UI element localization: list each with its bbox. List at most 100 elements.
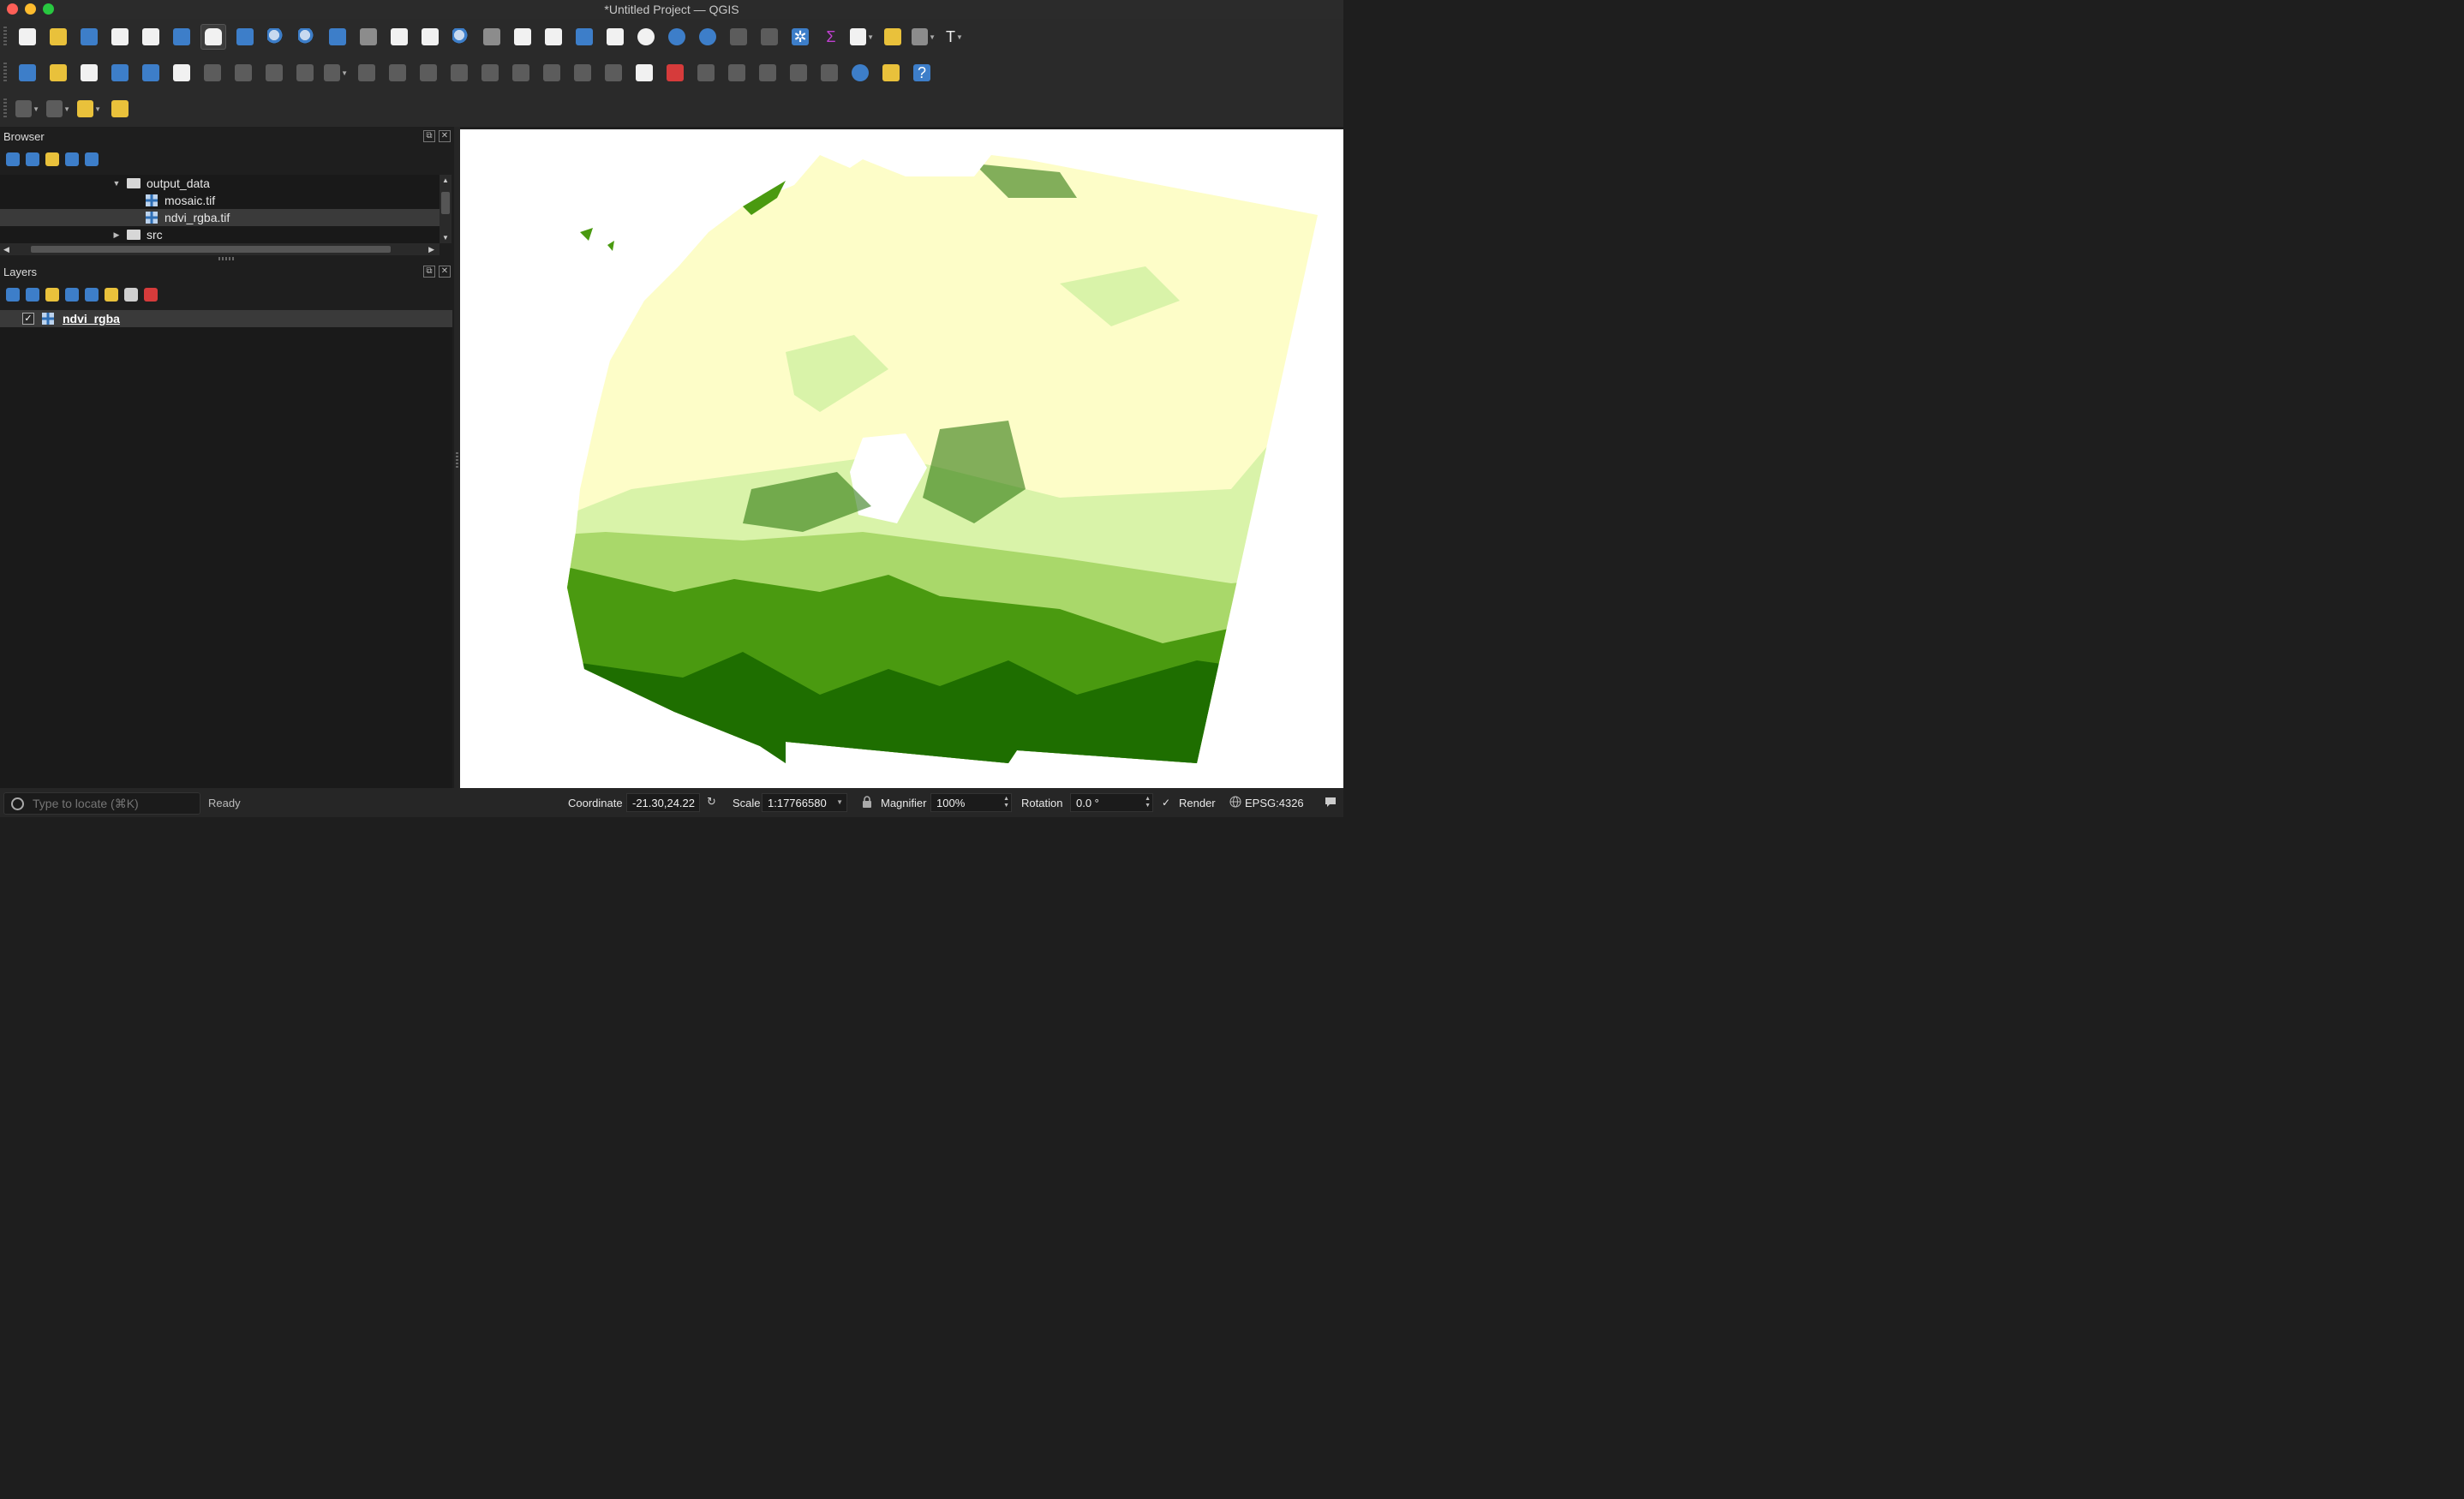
copy-features-button[interactable] [447, 61, 471, 85]
messages-icon[interactable] [1324, 796, 1336, 808]
browser-horizontal-scrollbar[interactable]: ◀ ▶ [0, 243, 440, 255]
filter-icon[interactable] [45, 152, 59, 166]
new-3d-map-view-button[interactable] [541, 25, 565, 49]
toolbar-grip[interactable] [3, 99, 7, 119]
map-canvas[interactable] [460, 129, 1343, 788]
cut-features-button[interactable] [416, 61, 440, 85]
browser-item-mosaic-tif[interactable]: mosaic.tif [0, 192, 440, 209]
new-project-button[interactable] [15, 25, 39, 49]
sum-button[interactable]: Σ [819, 25, 843, 49]
save-project-button[interactable] [77, 25, 101, 49]
chevron-down-icon[interactable]: ▼ [929, 33, 936, 41]
collapse-all-icon[interactable] [65, 152, 79, 166]
layer-item-ndvi-rgba[interactable]: ✓ ndvi_rgba [0, 310, 452, 327]
undo-button[interactable] [509, 61, 533, 85]
zoom-to-layer-button[interactable] [387, 25, 411, 49]
new-virtual-layer-button[interactable] [139, 61, 163, 85]
scrollbar-thumb[interactable] [441, 192, 450, 214]
identify-results-button[interactable] [108, 97, 132, 121]
redo-button[interactable] [540, 61, 564, 85]
style-manager-button[interactable] [170, 25, 194, 49]
python-console-button[interactable] [879, 61, 903, 85]
deselect-features-button[interactable]: ▼ [77, 97, 101, 121]
save-edits-button[interactable] [262, 61, 286, 85]
pin-labels-button[interactable] [601, 61, 625, 85]
statistical-summary-button[interactable] [757, 25, 781, 49]
chevron-down-icon[interactable]: ▼ [836, 798, 843, 806]
zoom-to-selection-button[interactable] [356, 25, 380, 49]
settings-button[interactable]: ▼ [912, 25, 936, 49]
chevron-down-icon[interactable]: ▼ [867, 33, 874, 41]
panel-splitter-handle[interactable] [218, 257, 236, 260]
data-source-manager-button[interactable] [15, 61, 39, 85]
new-shapefile-layer-button[interactable] [77, 61, 101, 85]
current-edits-button[interactable] [200, 61, 224, 85]
locator-input[interactable] [31, 796, 197, 811]
select-by-value-button[interactable]: ▼ [46, 97, 70, 121]
help-button[interactable]: ? [910, 61, 934, 85]
new-print-layout-button[interactable] [108, 25, 132, 49]
zoom-last-button[interactable] [449, 25, 473, 49]
new-temporary-layer-button[interactable] [170, 61, 194, 85]
magnifier-spinbox[interactable]: 100% ▲ ▼ [930, 793, 1012, 812]
zoom-in-button[interactable] [264, 25, 288, 49]
paste-features-button[interactable] [478, 61, 502, 85]
globe-icon[interactable] [1229, 796, 1241, 808]
scroll-right-icon[interactable]: ▶ [428, 243, 434, 255]
minimize-window-icon[interactable] [25, 3, 36, 15]
dock-splitter[interactable] [454, 127, 460, 788]
scrollbar-thumb[interactable] [31, 246, 391, 253]
show-bookmarks-button[interactable] [603, 25, 627, 49]
rotate-label-button[interactable] [786, 61, 810, 85]
layout-manager-button[interactable] [139, 25, 163, 49]
add-selected-layers-icon[interactable] [6, 152, 20, 166]
browser-item-ndvi-rgba-tif[interactable]: ndvi_rgba.tif [0, 209, 440, 226]
scroll-up-icon[interactable]: ▲ [440, 176, 452, 184]
chevron-down-icon[interactable]: ▼ [111, 179, 122, 188]
measure-line-button[interactable]: ▼ [850, 25, 874, 49]
field-calculator-button[interactable]: ✲ [788, 25, 812, 49]
new-bookmark-button[interactable] [572, 25, 596, 49]
toolbar-grip[interactable] [3, 27, 7, 47]
open-layer-styling-icon[interactable] [6, 288, 20, 302]
browser-item-output-data[interactable]: ▼ output_data [0, 175, 440, 192]
chevron-down-icon[interactable]: ▼ [94, 105, 101, 113]
toolbar-grip[interactable] [3, 63, 7, 83]
collapse-all-icon[interactable] [124, 288, 138, 302]
new-map-view-button[interactable] [511, 25, 535, 49]
layer-name[interactable]: ndvi_rgba [63, 312, 120, 325]
scroll-down-icon[interactable]: ▼ [440, 234, 452, 242]
new-geopackage-layer-button[interactable] [46, 61, 70, 85]
open-project-button[interactable] [46, 25, 70, 49]
close-panel-icon[interactable]: ✕ [439, 266, 451, 278]
lock-scale-icon[interactable] [862, 796, 874, 808]
text-annotation-button[interactable]: T ▼ [942, 25, 966, 49]
metasearch-button[interactable] [848, 61, 872, 85]
manage-visibility-icon[interactable] [45, 288, 59, 302]
zoom-out-button[interactable] [295, 25, 319, 49]
zoom-full-button[interactable] [326, 25, 350, 49]
layers-tree[interactable]: ✓ ndvi_rgba [0, 310, 452, 788]
refresh-icon[interactable] [26, 152, 39, 166]
filter-legend-icon[interactable] [65, 288, 79, 302]
toggle-editing-button[interactable] [231, 61, 255, 85]
close-window-icon[interactable] [7, 3, 18, 15]
browser-vertical-scrollbar[interactable]: ▲ ▼ [440, 175, 452, 243]
scroll-left-icon[interactable]: ◀ [3, 243, 9, 255]
modify-attributes-button[interactable] [355, 61, 379, 85]
zoom-native-button[interactable] [418, 25, 442, 49]
spinner-arrows-icon[interactable]: ▲ ▼ [1145, 796, 1151, 809]
info-icon[interactable] [85, 152, 99, 166]
chevron-down-icon[interactable]: ▼ [341, 69, 348, 77]
remove-layer-icon[interactable] [144, 288, 158, 302]
layer-labeling-options-button[interactable] [632, 61, 656, 85]
change-label-button[interactable] [817, 61, 841, 85]
add-point-feature-button[interactable] [293, 61, 317, 85]
pan-to-selection-button[interactable] [233, 25, 257, 49]
browser-item-src[interactable]: ▶ src [0, 226, 440, 243]
toggle-extents-icon[interactable]: ↻ [707, 796, 719, 808]
float-panel-icon[interactable]: ⧉ [423, 266, 435, 278]
browser-tree[interactable]: ▼ output_data mosaic.tif ndvi_rgba.tif ▶ src [0, 175, 440, 243]
show-hide-labels-button[interactable] [725, 61, 749, 85]
temporal-controller-button[interactable] [634, 25, 658, 49]
